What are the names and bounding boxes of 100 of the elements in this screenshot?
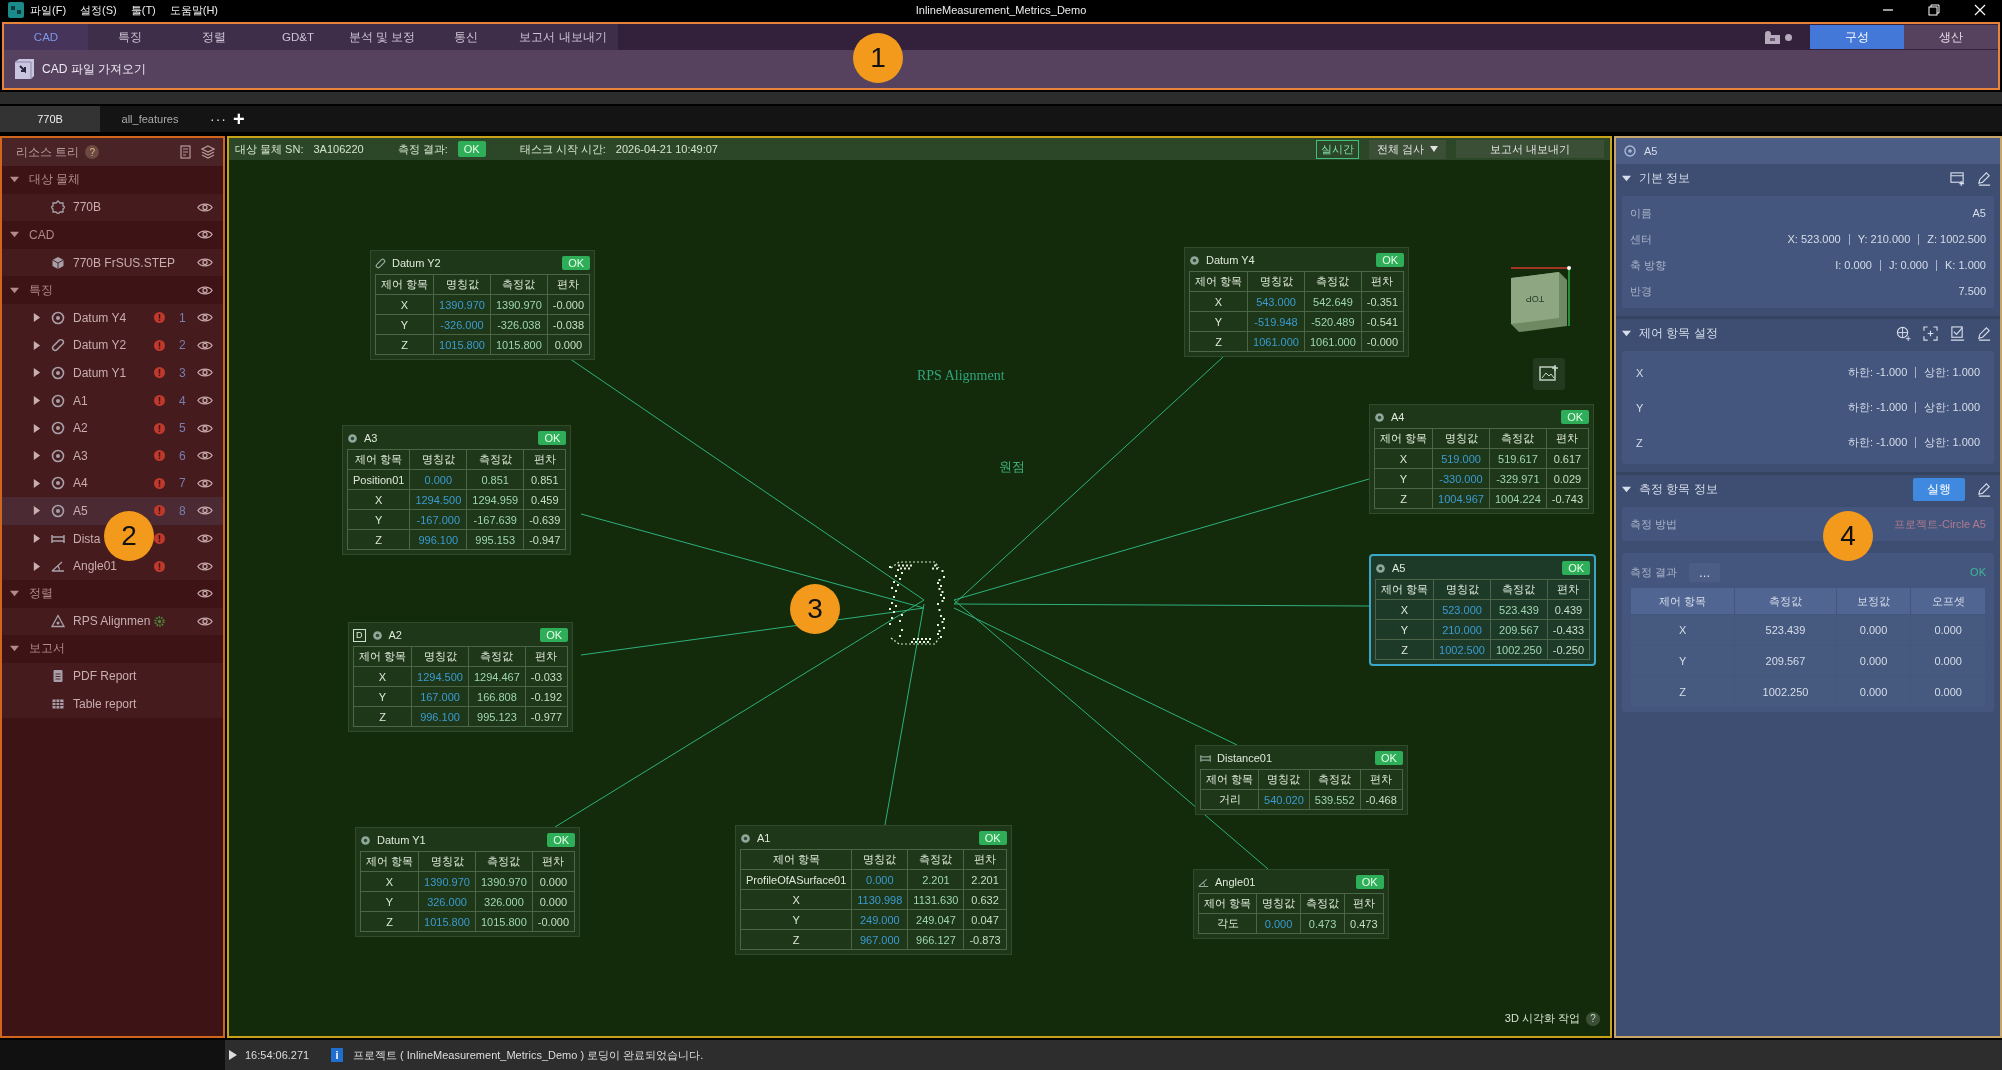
section-label: 대상 물체 — [29, 171, 81, 189]
column-header: 명칭값 — [851, 849, 908, 870]
table-cell: 1390.970 — [490, 294, 548, 315]
item-label: A3 — [73, 448, 88, 463]
table-cell: 1015.800 — [433, 334, 491, 355]
table-cell: 1004.967 — [1432, 488, 1490, 509]
table-cell: -0.033 — [525, 666, 568, 687]
table-cell: X — [347, 489, 410, 510]
table-cell: 거리 — [1200, 789, 1259, 810]
column-header: 제어 항목 — [1374, 428, 1433, 449]
table-cell: 0.029 — [1546, 468, 1589, 489]
table-cell: -0.743 — [1546, 488, 1589, 509]
status-badge: OK — [1562, 561, 1591, 575]
column-header: 측정값 — [1489, 428, 1547, 449]
table-cell: 1294.500 — [409, 489, 467, 510]
table-cell: -0.192 — [525, 686, 568, 707]
feature-name: Datum Y2 — [392, 257, 441, 269]
table-cell: Y — [1189, 311, 1248, 332]
field-value: Z: 1002.500 — [1927, 233, 1986, 245]
column-header: 명칭값 — [418, 851, 476, 872]
table-cell: 0.000 — [1256, 913, 1301, 934]
item-label: A2 — [73, 421, 88, 436]
column-header: 제어 항목 — [360, 851, 419, 872]
section-title: 제어 항목 설정 — [1639, 324, 1718, 342]
table-cell: 0.459 — [523, 489, 566, 510]
column-header: 명칭값 — [409, 449, 467, 470]
table-cell: 1061.000 — [1304, 331, 1362, 352]
table-cell: X — [360, 871, 419, 892]
table-cell: ProfileOfASurface01 — [740, 869, 852, 890]
table-cell: 326.000 — [418, 891, 476, 912]
section-title: 기본 정보 — [1639, 169, 1691, 187]
table-cell: -329.971 — [1489, 468, 1547, 489]
table-cell: 209.567 — [1490, 619, 1548, 640]
lower-limit: 하한: -1.000 — [1848, 400, 1908, 415]
column-header: 보정값 — [1836, 588, 1911, 614]
field-label: 축 방향 — [1630, 257, 1667, 273]
table-cell: 0.617 — [1546, 448, 1589, 469]
table-cell: 249.047 — [907, 909, 964, 930]
table-cell: 539.552 — [1309, 789, 1361, 810]
section-label: 보고서 — [29, 640, 65, 658]
table-cell: Z — [360, 911, 419, 932]
table-cell: -167.000 — [409, 509, 467, 530]
table-cell: Y — [360, 891, 419, 912]
item-number: 5 — [179, 421, 186, 436]
table-cell: Position01 — [347, 469, 410, 490]
column-header: 편차 — [523, 449, 566, 470]
field-value: A5 — [1972, 207, 1986, 219]
table-cell: 519.000 — [1432, 448, 1490, 469]
column-header: 편차 — [532, 851, 575, 872]
table-cell: -0.947 — [523, 529, 566, 550]
column-header: 제어 항목 — [1189, 271, 1248, 292]
table-cell: 0.473 — [1344, 913, 1384, 934]
table-cell: Y — [347, 509, 410, 530]
table-cell: -0.433 — [1547, 619, 1590, 640]
column-header: 명칭값 — [411, 646, 469, 667]
table-cell: 1002.250 — [1490, 639, 1548, 660]
table-cell: -0.541 — [1361, 311, 1404, 332]
table-cell: Y — [375, 314, 434, 335]
table-cell: 0.851 — [466, 469, 524, 490]
table-cell: -330.000 — [1432, 468, 1490, 489]
column-header: 측정값 — [907, 849, 964, 870]
datum-tag: D — [353, 628, 366, 642]
status-badge: OK — [538, 431, 567, 445]
status-badge: OK — [547, 833, 576, 847]
field-label: 이름 — [1630, 205, 1652, 221]
item-label: A4 — [73, 476, 88, 491]
column-header: 측정값 — [490, 274, 548, 295]
upper-limit: 상한: 1.000 — [1924, 435, 1980, 450]
table-cell: 996.100 — [411, 706, 469, 727]
table-cell: 542.649 — [1304, 291, 1362, 312]
column-header: 측정값 — [1490, 579, 1548, 600]
column-header: 명칭값 — [1258, 769, 1310, 790]
item-label: Angle01 — [73, 559, 118, 574]
column-header: 제어 항목 — [1631, 588, 1735, 614]
table-cell: X — [1375, 599, 1434, 620]
table-cell: 0.000 — [532, 891, 575, 912]
item-label: Datum Y4 — [73, 310, 127, 325]
table-cell: 1002.500 — [1433, 639, 1491, 660]
column-header: 오프셋 — [1911, 588, 1985, 614]
column-header: 측정값 — [1309, 769, 1361, 790]
table-cell: 0.047 — [963, 909, 1007, 930]
table-cell: 0.439 — [1547, 599, 1590, 620]
table-cell: -0.873 — [963, 929, 1007, 950]
item-number: 8 — [179, 503, 186, 518]
table-cell: -520.489 — [1304, 311, 1362, 332]
table-cell: 523.439 — [1490, 599, 1548, 620]
column-header: 명칭값 — [1256, 893, 1301, 914]
feature-name: Angle01 — [1215, 876, 1256, 888]
table-cell: 326.000 — [475, 891, 533, 912]
section-title: 측정 항목 정보 — [1639, 480, 1718, 498]
item-number: 3 — [179, 365, 186, 380]
field-label: 센터 — [1630, 231, 1652, 247]
table-cell: 1015.800 — [418, 911, 476, 932]
table-cell: X — [353, 666, 412, 687]
item-label: 770B FrSUS.STEP — [73, 255, 176, 270]
lower-limit: 하한: -1.000 — [1848, 435, 1908, 450]
feature-name: Distance01 — [1217, 752, 1273, 764]
status-badge: OK — [1561, 410, 1590, 424]
table-cell: 0.851 — [523, 469, 566, 490]
table-cell: X — [375, 294, 434, 315]
